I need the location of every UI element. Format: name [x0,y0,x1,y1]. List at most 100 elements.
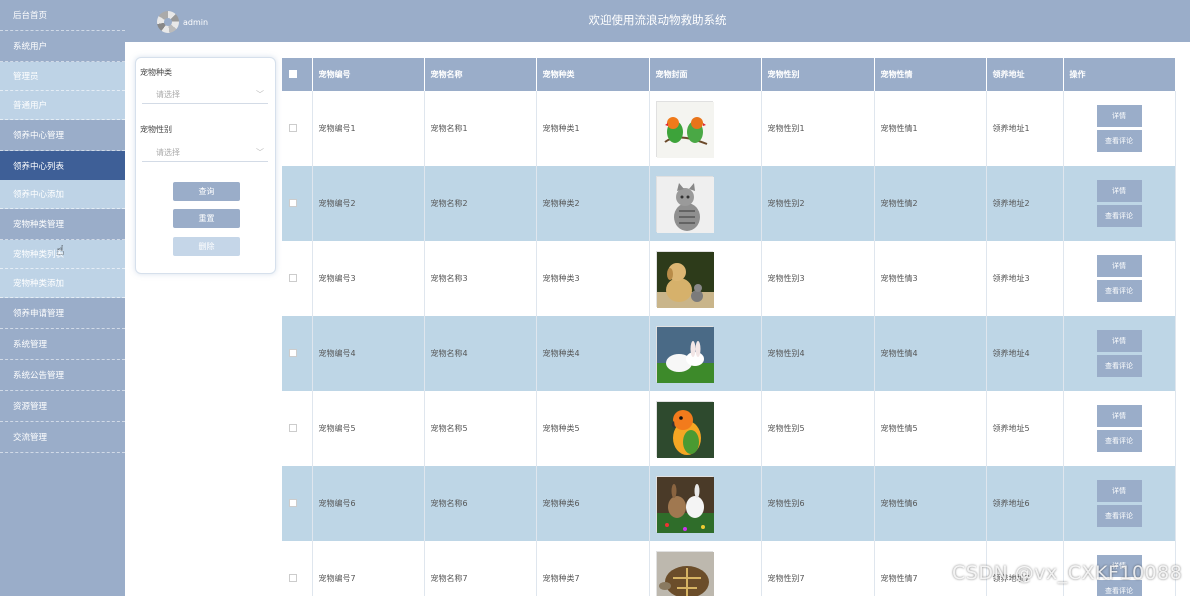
detail-button[interactable]: 详情 [1096,405,1142,427]
detail-button[interactable]: 详情 [1096,330,1142,352]
adopt-address-cell: 领养地址5 [986,391,1064,466]
action-cell: 详情 查看评论 [1063,316,1176,391]
sidebar-item[interactable]: 领养中心管理 [0,120,125,151]
pet-id-cell: 宠物编号2 [312,166,425,241]
pet-id-cell: 宠物编号1 [312,91,425,166]
pet-id-cell: 宠物编号7 [312,541,425,596]
pet-name-cell: 宠物名称7 [424,541,537,596]
pet-name-cell: 宠物名称1 [424,91,537,166]
sidebar-item[interactable]: 系统公告管理 [0,360,125,391]
pet-name-cell: 宠物名称5 [424,391,537,466]
mouse-pointer-icon: ☝ [56,243,65,259]
pet-cover-cell [649,466,762,541]
column-header: 宠物封面 [649,58,762,91]
pet-cover-cell [649,241,762,316]
type-filter-label: 宠物种类 [140,68,172,77]
column-header: 操作 [1063,58,1176,91]
gender-select[interactable]: 请选择 ﹀ [142,144,268,162]
row-checkbox[interactable] [289,498,297,507]
top-header: admin 欢迎使用流浪动物救助系统 [125,0,1190,42]
reset-button[interactable]: 重置 [173,209,240,228]
view-comments-button[interactable]: 查看评论 [1096,130,1142,152]
sidebar-item[interactable]: 宠物种类添加 [0,269,125,298]
pet-temper-cell: 宠物性情2 [874,166,987,241]
pet-name-cell: 宠物名称6 [424,466,537,541]
pet-cover-image[interactable] [655,325,714,383]
pet-name-cell: 宠物名称4 [424,316,537,391]
chevron-down-icon: ﹀ [256,90,264,99]
column-header: 宠物性情 [874,58,987,91]
view-comments-button[interactable]: 查看评论 [1096,430,1142,452]
row-checkbox[interactable] [289,423,297,432]
view-comments-button[interactable]: 查看评论 [1096,280,1142,302]
table-header-row: 宠物编号 宠物名称 宠物种类 宠物封面 宠物性别 宠物性情 领养地址 操作 [282,58,1176,91]
view-comments-button[interactable]: 查看评论 [1096,505,1142,527]
type-select[interactable]: 请选择 ﹀ [142,86,268,104]
row-checkbox[interactable] [289,273,297,282]
sidebar: 后台首页 系统用户 管理员 普通用户 领养中心管理 领养中心列表 领养中心添加 宠物种类管理宠… [0,0,125,596]
pet-type-cell: 宠物种类7 [536,541,650,596]
pet-cover-image[interactable] [655,250,714,308]
detail-button[interactable]: 详情 [1096,105,1142,127]
pet-cover-image[interactable] [655,175,714,233]
sidebar-item[interactable]: 系统管理 [0,329,125,360]
pet-type-cell: 宠物种类3 [536,241,650,316]
pet-cover-cell [649,166,762,241]
pet-temper-cell: 宠物性情6 [874,466,987,541]
sidebar-item[interactable]: 交流管理 [0,422,125,453]
pet-gender-cell: 宠物性别6 [761,466,875,541]
table-row: 宠物编号1 宠物名称1 宠物种类1 宠物性别1 宠物性情1 领养地址1 详情 查看评论 [282,91,1176,166]
pet-temper-cell: 宠物性情5 [874,391,987,466]
row-select-cell [282,91,313,166]
pet-gender-cell: 宠物性别7 [761,541,875,596]
view-comments-button[interactable]: 查看评论 [1096,205,1142,227]
watermark: CSDN @vx_CXKF10088 [952,562,1183,584]
pet-gender-cell: 宠物性别4 [761,316,875,391]
detail-button[interactable]: 详情 [1096,255,1142,277]
pet-temper-cell: 宠物性情3 [874,241,987,316]
column-header: 宠物名称 [424,58,537,91]
delete-button[interactable]: 删除 [173,237,240,256]
column-header: 领养地址 [986,58,1064,91]
row-select-cell [282,541,313,596]
detail-button[interactable]: 详情 [1096,480,1142,502]
pet-id-cell: 宠物编号6 [312,466,425,541]
pet-cover-image[interactable] [655,400,714,458]
sidebar-item[interactable]: 领养中心列表 [0,151,125,180]
sidebar-item[interactable]: 宠物种类管理 [0,209,125,240]
pet-cover-image[interactable] [655,100,714,158]
action-cell: 详情 查看评论 [1063,91,1176,166]
adopt-address-cell: 领养地址2 [986,166,1064,241]
view-comments-button[interactable]: 查看评论 [1096,355,1142,377]
pet-id-cell: 宠物编号4 [312,316,425,391]
row-select-cell [282,241,313,316]
sidebar-item[interactable]: 系统用户 [0,31,125,62]
sidebar-item[interactable]: 资源管理 [0,391,125,422]
pet-name-cell: 宠物名称2 [424,166,537,241]
row-checkbox[interactable] [289,348,297,357]
action-cell: 详情 查看评论 [1063,391,1176,466]
adopt-address-cell: 领养地址1 [986,91,1064,166]
row-checkbox[interactable] [289,123,297,132]
detail-button[interactable]: 详情 [1096,180,1142,202]
sidebar-item[interactable]: 领养中心添加 [0,180,125,209]
filter-panel: 宠物种类 请选择 ﹀ 宠物性别 请选择 ﹀ 查询 重置 删除 [135,57,276,274]
pet-name-cell: 宠物名称3 [424,241,537,316]
sidebar-item[interactable]: 后台首页 [0,0,125,31]
select-all-checkbox[interactable] [289,69,297,78]
pet-cover-image[interactable] [655,475,714,533]
pet-gender-cell: 宠物性别5 [761,391,875,466]
pet-gender-cell: 宠物性别3 [761,241,875,316]
pet-id-cell: 宠物编号5 [312,391,425,466]
sidebar-item[interactable]: 普通用户 [0,91,125,120]
pet-cover-cell [649,91,762,166]
sidebar-item[interactable]: 管理员 [0,62,125,91]
table-row: 宠物编号4 宠物名称4 宠物种类4 宠物性别4 宠物性情4 领养地址4 详情 查看评论 [282,316,1176,391]
page-title: 欢迎使用流浪动物救助系统 [588,13,727,27]
sidebar-item[interactable]: 领养申请管理 [0,298,125,329]
pet-cover-image[interactable] [655,550,714,596]
row-checkbox[interactable] [289,573,297,582]
pet-temper-cell: 宠物性情4 [874,316,987,391]
row-checkbox[interactable] [289,198,297,207]
query-button[interactable]: 查询 [173,182,240,201]
